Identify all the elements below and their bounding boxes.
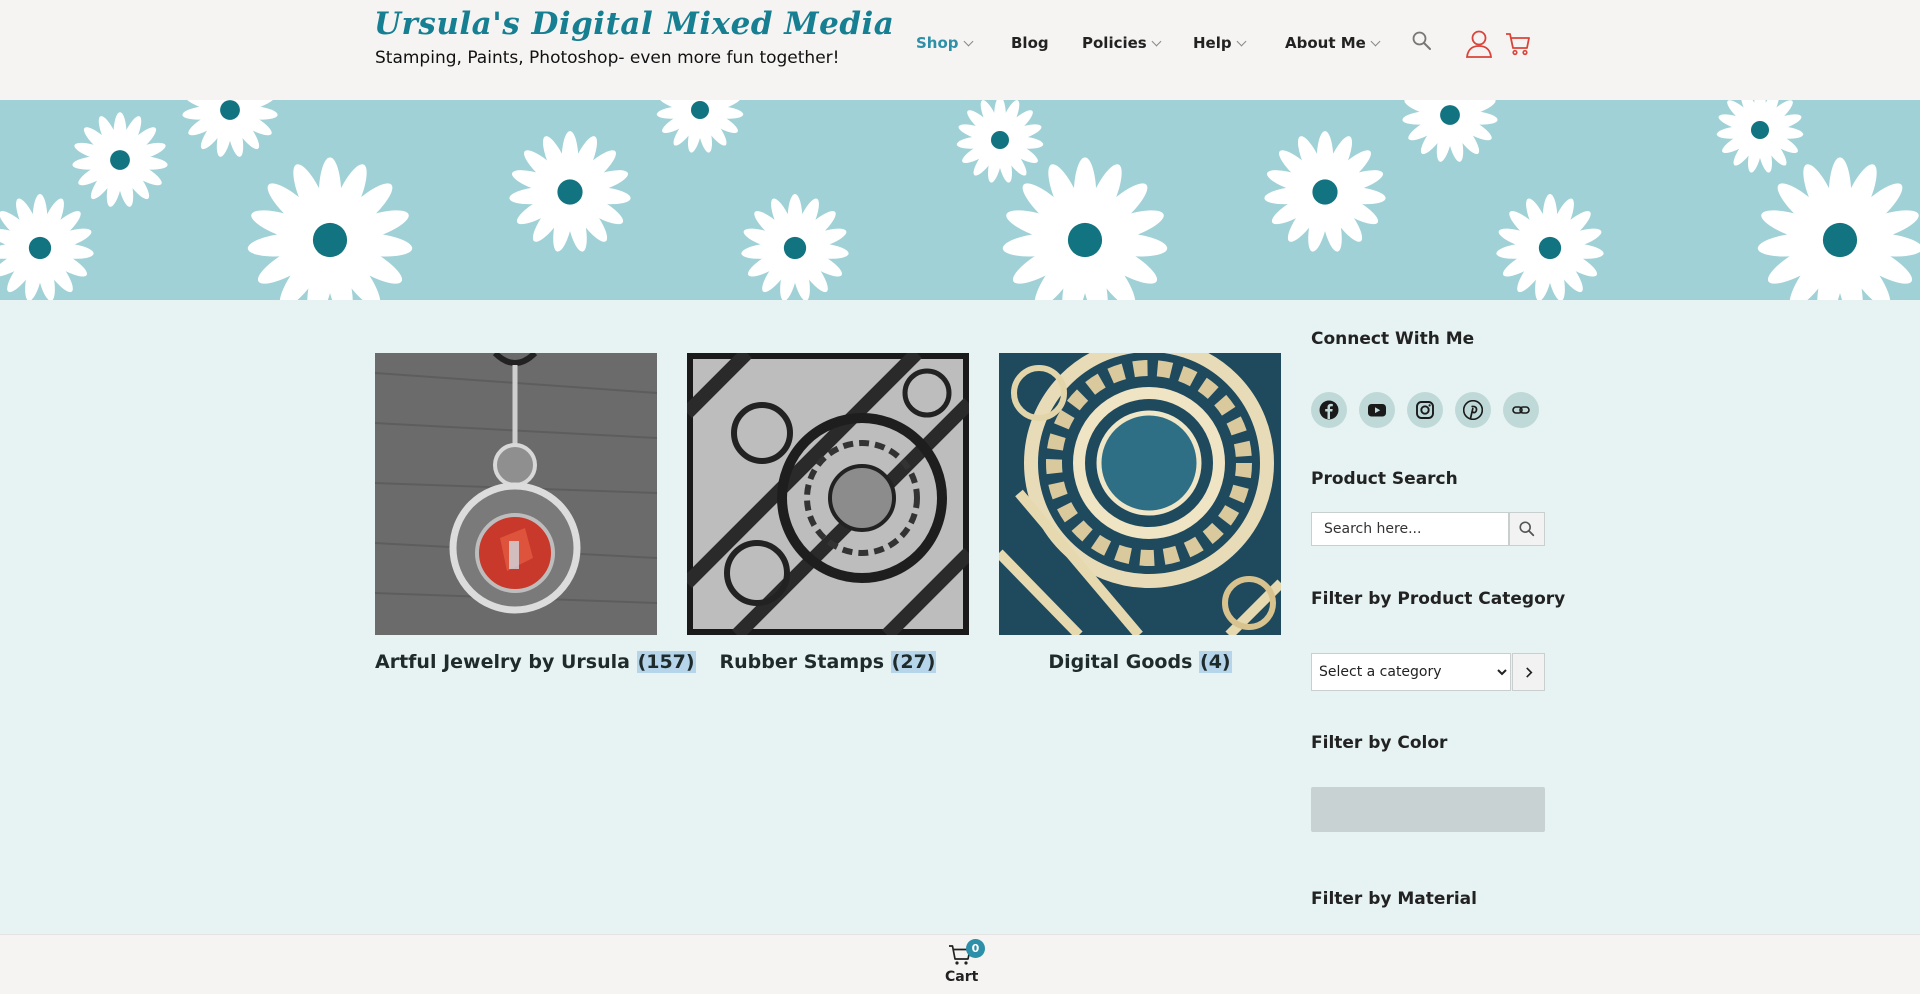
- cart-count-badge: 0: [966, 939, 985, 958]
- product-name: Rubber Stamps: [719, 651, 885, 673]
- youtube-link[interactable]: [1359, 392, 1395, 428]
- cart-label[interactable]: Cart: [945, 969, 978, 985]
- connect-widget-title: Connect With Me: [1311, 329, 1475, 349]
- color-filter-title: Filter by Color: [1311, 733, 1448, 753]
- nav-item-label: About Me: [1285, 34, 1366, 52]
- website-link[interactable]: [1503, 392, 1539, 428]
- nav-item-policies[interactable]: Policies: [1082, 34, 1162, 52]
- facebook-link[interactable]: [1311, 392, 1347, 428]
- daisy-banner: [0, 100, 1920, 300]
- product-count: (27): [890, 651, 937, 673]
- material-filter-title: Filter by Material: [1311, 889, 1477, 909]
- product-image-rubber-stamp[interactable]: [687, 353, 969, 635]
- chevron-down-icon: [1370, 36, 1381, 47]
- color-filter-placeholder: [1311, 787, 1545, 832]
- product-category-artful-jewelry[interactable]: Artful Jewelry by Ursula (157): [375, 353, 696, 673]
- product-caption[interactable]: Rubber Stamps (27): [687, 651, 969, 673]
- chevron-down-icon: [963, 36, 973, 47]
- pinterest-icon: [1463, 400, 1483, 420]
- product-caption[interactable]: Artful Jewelry by Ursula (157): [375, 651, 696, 673]
- search-icon[interactable]: [1411, 30, 1433, 52]
- cart-icon[interactable]: [1505, 31, 1531, 57]
- nav-item-shop[interactable]: Shop: [916, 34, 973, 52]
- chevron-down-icon: [1151, 36, 1162, 47]
- floating-cart-bar: 0 Cart: [0, 934, 1920, 994]
- user-icon[interactable]: [1465, 29, 1493, 59]
- search-icon: [1519, 521, 1535, 537]
- category-select[interactable]: Select a category: [1311, 653, 1511, 691]
- site-header: Ursula's Digital Mixed Media Stamping, P…: [0, 0, 1920, 100]
- instagram-icon: [1416, 401, 1434, 419]
- nav-item-label: Help: [1193, 34, 1232, 52]
- product-category-rubber-stamps[interactable]: Rubber Stamps (27): [687, 353, 969, 673]
- pinterest-link[interactable]: [1455, 392, 1491, 428]
- product-search-title: Product Search: [1311, 469, 1458, 489]
- chevron-down-icon: [1236, 36, 1247, 47]
- facebook-icon: [1319, 400, 1339, 420]
- product-image-jewelry-pendant[interactable]: [375, 353, 657, 635]
- product-name: Digital Goods: [1048, 651, 1193, 673]
- daisy-pattern-image: [0, 100, 1920, 300]
- nav-item-about-me[interactable]: About Me: [1285, 34, 1381, 52]
- product-search-input[interactable]: [1311, 512, 1509, 546]
- product-search-form: [1311, 512, 1545, 546]
- instagram-link[interactable]: [1407, 392, 1443, 428]
- nav-item-label: Blog: [1011, 34, 1049, 52]
- nav-item-help[interactable]: Help: [1193, 34, 1247, 52]
- nav-item-blog[interactable]: Blog: [1011, 34, 1049, 52]
- nav-item-label: Shop: [916, 34, 959, 52]
- youtube-icon: [1368, 404, 1386, 417]
- site-tagline: Stamping, Paints, Photoshop- even more f…: [375, 48, 840, 68]
- product-caption[interactable]: Digital Goods (4): [999, 651, 1281, 673]
- chevron-right-icon: [1526, 667, 1533, 678]
- product-name: Artful Jewelry by Ursula: [375, 651, 630, 673]
- product-image-digital-pattern[interactable]: [999, 353, 1281, 635]
- product-search-button[interactable]: [1509, 512, 1545, 546]
- product-category-digital-goods[interactable]: Digital Goods (4): [999, 353, 1281, 673]
- site-title[interactable]: Ursula's Digital Mixed Media: [374, 6, 894, 42]
- category-filter-title: Filter by Product Category: [1311, 589, 1566, 609]
- category-submit-button[interactable]: [1512, 653, 1545, 691]
- product-count: (4): [1199, 651, 1232, 673]
- nav-item-label: Policies: [1082, 34, 1147, 52]
- link-icon: [1512, 406, 1530, 414]
